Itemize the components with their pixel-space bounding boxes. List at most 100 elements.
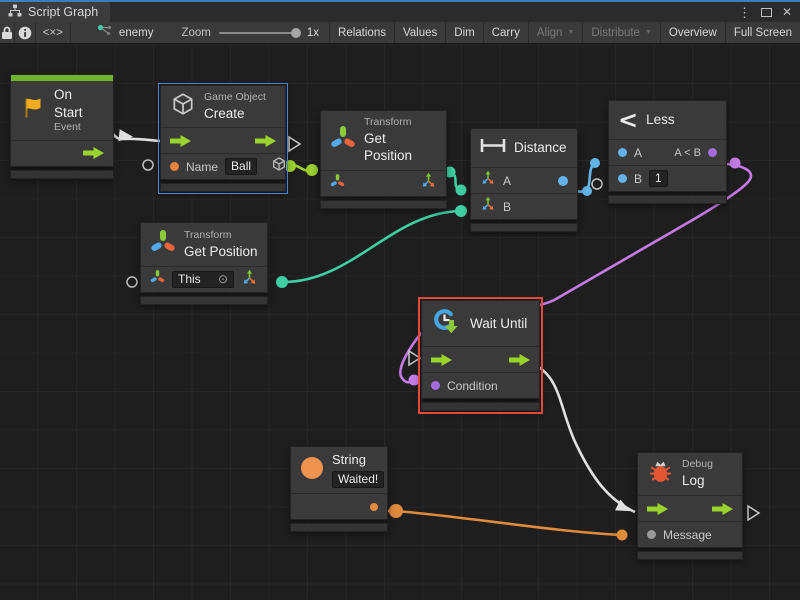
- node-create-game-object[interactable]: Game Object Create Name Ball: [160, 85, 286, 192]
- node-less[interactable]: < Less A A < B B 1: [608, 100, 727, 204]
- node-title: String: [332, 452, 384, 469]
- flow-input-port[interactable]: [170, 135, 191, 147]
- window-menu-icon[interactable]: ⋮: [738, 6, 751, 19]
- node-debug-log[interactable]: Debug Log Message: [637, 452, 743, 560]
- graph-icon: [97, 24, 113, 41]
- transform-input-port[interactable]: [330, 173, 345, 194]
- zoom-slider[interactable]: [219, 32, 299, 34]
- node-title: Get Position: [184, 243, 258, 261]
- info-icon: [18, 26, 32, 40]
- node-footer: [421, 402, 540, 411]
- close-icon[interactable]: ✕: [782, 6, 792, 18]
- node-footer: [290, 523, 388, 532]
- graph-hierarchy-icon: [8, 4, 22, 20]
- lock-icon: [1, 26, 13, 40]
- tab-bar: Script Graph ⋮ ✕: [0, 2, 800, 22]
- info-button[interactable]: [15, 22, 35, 43]
- distance-icon: [480, 138, 506, 158]
- node-footer: [10, 170, 114, 179]
- graph-breadcrumb[interactable]: enemy: [71, 22, 164, 43]
- flow-output-port[interactable]: [712, 503, 733, 515]
- port-label: B: [634, 172, 642, 186]
- align-dropdown[interactable]: Align: [528, 22, 583, 43]
- node-footer: [140, 296, 268, 305]
- node-get-position-self[interactable]: Transform Get Position This ⊙: [140, 222, 268, 305]
- tab-script-graph[interactable]: Script Graph: [0, 2, 110, 22]
- flow-output-port[interactable]: [255, 135, 276, 147]
- object-picker-icon[interactable]: ⊙: [218, 272, 228, 287]
- distribute-dropdown[interactable]: Distribute: [582, 22, 660, 43]
- node-footer: [320, 200, 447, 209]
- port-label: Message: [663, 528, 712, 542]
- code-preview-button[interactable]: <×>: [36, 22, 71, 43]
- target-value-field[interactable]: This ⊙: [172, 271, 234, 288]
- bug-icon: [647, 458, 674, 490]
- node-title: Distance: [514, 139, 567, 157]
- script-graph-window: On Start Event Game Object Creat: [0, 0, 800, 600]
- node-string[interactable]: String Waited!: [290, 446, 388, 532]
- port-label: B: [503, 200, 511, 214]
- zoom-slider-handle[interactable]: [291, 28, 301, 38]
- name-value-field[interactable]: Ball: [225, 158, 257, 175]
- message-input-port[interactable]: [647, 530, 656, 539]
- node-category: Transform: [364, 116, 437, 130]
- float-input-port-a[interactable]: [618, 148, 627, 157]
- wait-clock-icon: [431, 306, 462, 341]
- flow-output-port[interactable]: [509, 354, 530, 366]
- lock-button[interactable]: [0, 22, 15, 43]
- float-input-port-b[interactable]: [618, 174, 627, 183]
- flow-input-port[interactable]: [647, 503, 668, 515]
- string-input-port[interactable]: [170, 162, 179, 171]
- maximize-icon[interactable]: [761, 8, 772, 17]
- overview-button[interactable]: Overview: [660, 22, 725, 43]
- node-get-position-enemy[interactable]: Transform Get Position: [320, 110, 447, 209]
- dim-button[interactable]: Dim: [445, 22, 482, 43]
- string-circle-icon: [300, 456, 324, 485]
- node-title: Less: [646, 111, 675, 129]
- window-controls: ⋮ ✕: [738, 2, 800, 22]
- carry-button[interactable]: Carry: [483, 22, 528, 43]
- flow-output-port[interactable]: [83, 147, 104, 159]
- transform-icon: [330, 124, 356, 157]
- node-title: Create: [204, 105, 266, 123]
- less-than-icon: <: [618, 110, 638, 130]
- node-title: On Start: [54, 86, 104, 121]
- float-output-port[interactable]: [558, 176, 568, 186]
- string-output-port[interactable]: [370, 503, 378, 511]
- values-button[interactable]: Values: [394, 22, 445, 43]
- relations-button[interactable]: Relations: [329, 22, 394, 43]
- vector3-input-port[interactable]: [480, 196, 496, 217]
- toolbar: <×> enemy Zoom 1x Relations Values Dim C…: [0, 22, 800, 44]
- full-screen-button[interactable]: Full Screen: [725, 22, 800, 43]
- bool-input-port[interactable]: [431, 381, 440, 390]
- node-footer: [470, 223, 578, 232]
- toolbar-buttons: Relations Values Dim Carry Align Distrib…: [329, 22, 800, 43]
- vector3-output-port[interactable]: [420, 172, 437, 194]
- vector3-input-port[interactable]: [480, 170, 496, 191]
- node-category: Game Object: [204, 91, 266, 105]
- node-footer: [637, 551, 743, 560]
- node-subtitle: Event: [54, 121, 104, 135]
- gameobject-output-port[interactable]: [271, 156, 287, 177]
- vector3-output-port[interactable]: [241, 269, 258, 291]
- code-icon: <×>: [43, 27, 63, 39]
- port-label: A: [503, 174, 511, 188]
- node-footer: [608, 195, 727, 204]
- node-distance[interactable]: Distance A B: [470, 128, 578, 232]
- node-wait-until[interactable]: Wait Until Condition: [421, 300, 540, 411]
- flow-input-port[interactable]: [431, 354, 452, 366]
- node-on-start[interactable]: On Start Event: [10, 74, 114, 179]
- target-value-text: This: [178, 272, 201, 287]
- b-value-field[interactable]: 1: [649, 170, 668, 187]
- transform-input-port[interactable]: [150, 269, 165, 290]
- output-label: A < B: [674, 147, 701, 159]
- zoom-control: Zoom 1x: [163, 22, 329, 43]
- port-label: A: [634, 146, 642, 160]
- node-footer: [160, 183, 286, 192]
- bool-output-port[interactable]: [708, 148, 717, 157]
- zoom-value: 1x: [307, 27, 319, 39]
- graph-name: enemy: [119, 27, 154, 39]
- node-category: Debug: [682, 458, 713, 472]
- node-title: Get Position: [364, 130, 437, 165]
- string-value-field[interactable]: Waited!: [332, 471, 384, 488]
